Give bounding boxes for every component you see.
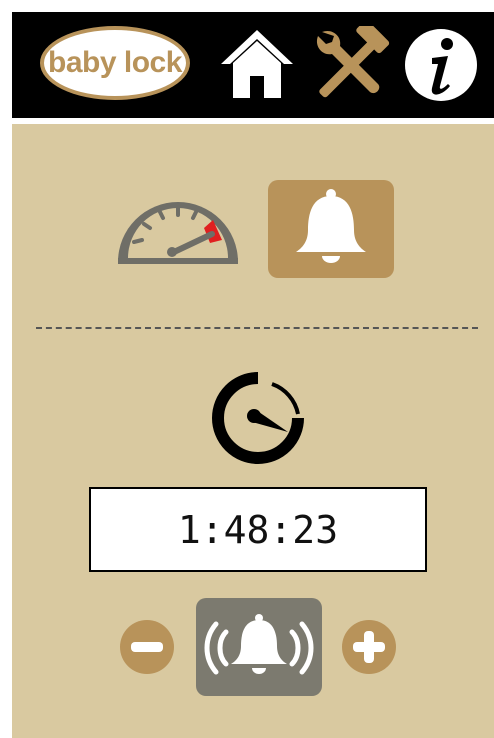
increase-button[interactable] [342,620,396,674]
brand-logo: baby lock [40,26,190,100]
decrease-button[interactable] [120,620,174,674]
speedometer-icon [118,202,238,264]
minus-icon [120,620,174,674]
tools-icon [316,26,390,98]
bell-icon [296,189,366,263]
info-button[interactable] [404,28,478,102]
logo-text: baby lock [48,46,182,79]
tools-button[interactable] [312,26,392,102]
ringing-bell-icon [204,614,314,675]
home-button[interactable] [218,26,296,102]
alarm-mode-button[interactable] [268,180,394,278]
speed-mode-button[interactable] [114,186,242,266]
ring-alarm-button[interactable] [196,598,322,696]
info-icon [405,29,477,101]
home-icon [221,30,293,98]
time-display: 1:48:23 [89,487,427,572]
timer-indicator [210,370,306,466]
plus-icon [342,620,396,674]
section-divider [36,327,478,329]
timer-icon [212,372,304,464]
